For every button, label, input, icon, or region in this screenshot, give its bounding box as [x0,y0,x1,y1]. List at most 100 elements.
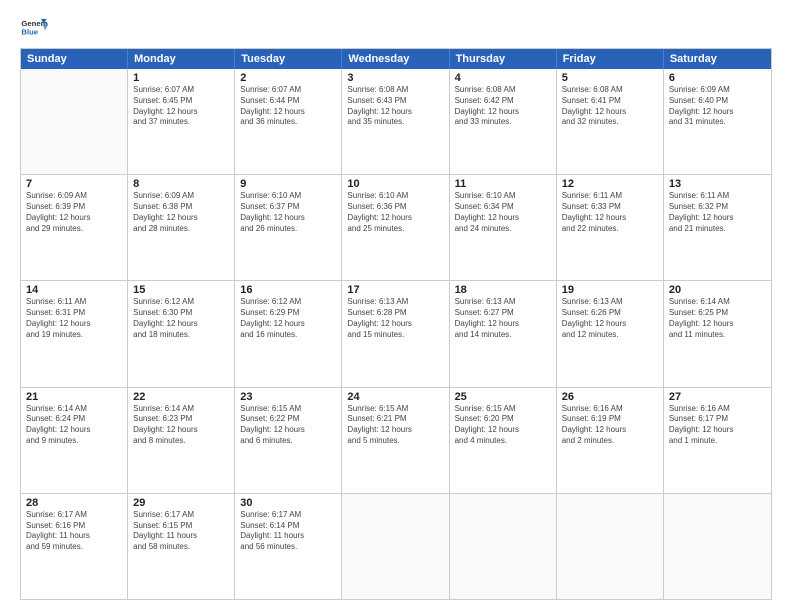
day-info-line: Daylight: 12 hours [455,425,551,436]
calendar-day-19: 19Sunrise: 6:13 AMSunset: 6:26 PMDayligh… [557,281,664,386]
day-info-line: and 14 minutes. [455,330,551,341]
day-info-line: and 12 minutes. [562,330,658,341]
calendar-row: 21Sunrise: 6:14 AMSunset: 6:24 PM Dayligh… [21,387,771,493]
day-info-line: Daylight: 12 hours [669,425,766,436]
day-info-line: Sunset: 6:22 PM [240,414,336,425]
calendar-day-23: 23Sunrise: 6:15 AMSunset: 6:22 PMDayligh… [235,388,342,493]
day-info-line: Sunset: 6:42 PM [455,96,551,107]
day-info-line: Daylight: 12 hours [562,425,658,436]
calendar-row: 14Sunrise: 6:11 AMSunset: 6:31 PMDayligh… [21,280,771,386]
day-info-line: and 8 minutes. [133,436,229,447]
day-info-line: Sunrise: 6:09 AM [669,85,766,96]
day-info-line: and 21 minutes. [669,224,766,235]
day-info-line: Sunrise: 6:16 AM [669,404,766,415]
calendar-day-7: 7Sunrise: 6:09 AMSunset: 6:39 PMDaylight… [21,175,128,280]
calendar-body: 1Sunrise: 6:07 AMSunset: 6:45 PMDaylight… [21,69,771,599]
empty-cell [664,494,771,599]
day-info-line: and 25 minutes. [347,224,443,235]
day-info-line: Daylight: 12 hours [26,213,122,224]
day-info-line: and 36 minutes. [240,117,336,128]
day-info-line: Sunset: 6:20 PM [455,414,551,425]
day-info-line: Sunset: 6:26 PM [562,308,658,319]
day-info-line: Sunset: 6:28 PM [347,308,443,319]
day-number: 7 [26,178,122,190]
day-info-line: Daylight: 12 hours [240,425,336,436]
day-number: 16 [240,284,336,296]
day-info-line: Sunset: 6:27 PM [455,308,551,319]
calendar-day-5: 5Sunrise: 6:08 AMSunset: 6:41 PMDaylight… [557,69,664,174]
day-info-line: and 26 minutes. [240,224,336,235]
day-info-line: Daylight: 11 hours [240,531,336,542]
day-info-line: Daylight: 12 hours [669,107,766,118]
day-info-line: Sunset: 6:21 PM [347,414,443,425]
day-info-line: Sunrise: 6:14 AM [669,297,766,308]
day-info-line: Daylight: 12 hours [347,319,443,330]
day-info-line: Sunset: 6:16 PM [26,521,122,532]
day-info-line: Sunset: 6:34 PM [455,202,551,213]
day-info-line: and 56 minutes. [240,542,336,553]
weekday-header: Thursday [450,49,557,69]
calendar-day-9: 9Sunrise: 6:10 AMSunset: 6:37 PMDaylight… [235,175,342,280]
day-info-line: and 18 minutes. [133,330,229,341]
day-info-line: Sunset: 6:29 PM [240,308,336,319]
day-number: 10 [347,178,443,190]
empty-cell [342,494,449,599]
day-info-line: Sunrise: 6:13 AM [347,297,443,308]
calendar-day-11: 11Sunrise: 6:10 AMSunset: 6:34 PMDayligh… [450,175,557,280]
day-info-line: Sunrise: 6:11 AM [26,297,122,308]
day-info-line: Daylight: 12 hours [669,213,766,224]
day-info-line: Daylight: 12 hours [240,107,336,118]
day-info-line: Daylight: 12 hours [455,213,551,224]
day-info-line: Sunrise: 6:08 AM [562,85,658,96]
day-info-line: Sunrise: 6:17 AM [26,510,122,521]
day-info-line: and 11 minutes. [669,330,766,341]
logo-icon: General Blue [20,16,48,40]
day-info-line: Daylight: 12 hours [562,319,658,330]
day-info-line: Daylight: 12 hours [133,107,229,118]
calendar-row: 1Sunrise: 6:07 AMSunset: 6:45 PMDaylight… [21,69,771,174]
day-number: 3 [347,72,443,84]
day-number: 27 [669,391,766,403]
day-info-line: Sunset: 6:32 PM [669,202,766,213]
day-info-line: Sunrise: 6:12 AM [240,297,336,308]
calendar-day-1: 1Sunrise: 6:07 AMSunset: 6:45 PMDaylight… [128,69,235,174]
day-number: 11 [455,178,551,190]
day-number: 30 [240,497,336,509]
day-info-line: and 1 minute. [669,436,766,447]
day-number: 8 [133,178,229,190]
day-info-line: and 4 minutes. [455,436,551,447]
day-info-line: Sunrise: 6:10 AM [240,191,336,202]
calendar-day-6: 6Sunrise: 6:09 AMSunset: 6:40 PMDaylight… [664,69,771,174]
day-number: 23 [240,391,336,403]
day-info-line: and 6 minutes. [240,436,336,447]
day-number: 28 [26,497,122,509]
day-number: 4 [455,72,551,84]
calendar-day-17: 17Sunrise: 6:13 AMSunset: 6:28 PMDayligh… [342,281,449,386]
day-info-line: Sunrise: 6:08 AM [347,85,443,96]
day-number: 1 [133,72,229,84]
calendar-day-21: 21Sunrise: 6:14 AMSunset: 6:24 PMDayligh… [21,388,128,493]
day-number: 25 [455,391,551,403]
day-number: 13 [669,178,766,190]
day-number: 5 [562,72,658,84]
day-info-line: Sunset: 6:25 PM [669,308,766,319]
empty-cell [557,494,664,599]
day-info-line: and 15 minutes. [347,330,443,341]
day-info-line: Sunset: 6:19 PM [562,414,658,425]
day-info-line: Daylight: 12 hours [455,107,551,118]
day-info-line: Sunset: 6:24 PM [26,414,122,425]
weekday-header: Monday [128,49,235,69]
day-info-line: Sunrise: 6:14 AM [26,404,122,415]
day-info-line: Sunset: 6:41 PM [562,96,658,107]
day-info-line: Sunset: 6:40 PM [669,96,766,107]
day-number: 22 [133,391,229,403]
svg-text:Blue: Blue [21,27,38,36]
day-info-line: Sunrise: 6:07 AM [133,85,229,96]
day-number: 21 [26,391,122,403]
day-number: 20 [669,284,766,296]
day-info-line: Daylight: 12 hours [669,319,766,330]
calendar-day-22: 22Sunrise: 6:14 AMSunset: 6:23 PMDayligh… [128,388,235,493]
day-info-line: Sunset: 6:15 PM [133,521,229,532]
day-info-line: and 35 minutes. [347,117,443,128]
day-info-line: Sunset: 6:45 PM [133,96,229,107]
